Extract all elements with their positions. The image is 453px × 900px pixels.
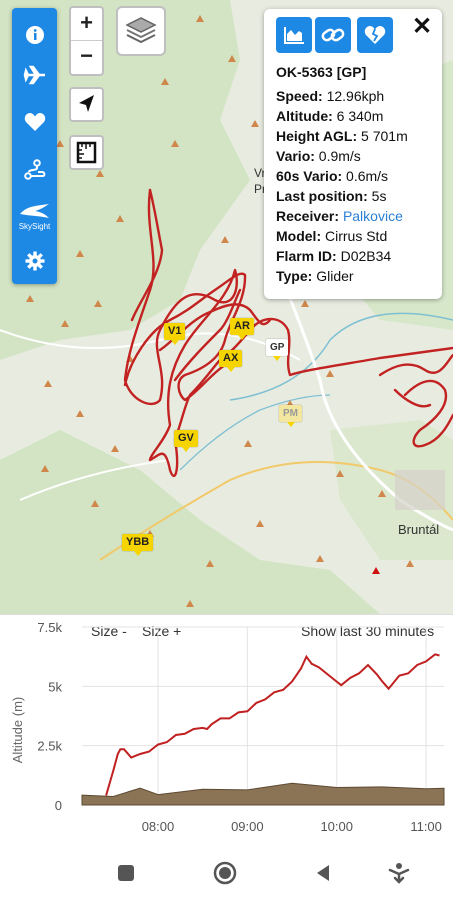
altitude-chart-panel[interactable]: Size - Size + Show last 30 minutes 0 2.5k… (0, 614, 453, 847)
close-popup-button[interactable]: ✕ (410, 15, 434, 39)
model-value: Cirrus Std (325, 228, 388, 244)
zoom-control: + − (69, 6, 104, 76)
favorites-button[interactable] (12, 105, 57, 139)
measure-button[interactable] (69, 135, 104, 170)
settings-button[interactable] (12, 244, 57, 278)
person-down-icon (388, 863, 410, 884)
receiver-link[interactable]: Palkovice (343, 208, 403, 224)
info-icon (25, 26, 44, 44)
ground-elevation-area (81, 782, 445, 806)
type-row: Type: Glider (276, 268, 354, 284)
airplane-icon (23, 65, 45, 85)
last-position-label: Last position: (276, 188, 368, 204)
flarm-id-value: D02B34 (340, 248, 392, 264)
waypoint-ybb[interactable]: YBB (122, 534, 154, 556)
waypoint-ax[interactable]: AX (219, 350, 243, 372)
area-chart-icon (284, 27, 304, 44)
model-row: Model: Cirrus Std (276, 228, 387, 244)
layers-button[interactable] (116, 6, 166, 56)
info-button[interactable] (12, 18, 57, 52)
receiver-row: Receiver: Palkovice (276, 208, 403, 224)
town-label-bruntal: Bruntál (398, 522, 440, 537)
speed-value: 12.96kph (326, 88, 385, 104)
vario-60s-label: 60s Vario: (276, 168, 343, 184)
ruler-icon (76, 141, 97, 164)
zoom-out-button[interactable]: − (71, 41, 102, 70)
task-button[interactable] (12, 153, 57, 187)
vario-label: Vario: (276, 148, 315, 164)
y-axis-label: Altitude (m) (10, 697, 25, 763)
last-position-row: Last position: 5s (276, 188, 386, 204)
accessibility-button[interactable] (386, 860, 412, 886)
home-circle-icon (213, 861, 237, 885)
height-agl-value: 5 701m (361, 128, 408, 144)
layers-icon (125, 17, 157, 44)
link-icon (321, 28, 345, 42)
altitude-value: 6 340m (336, 108, 384, 124)
speed-row: Speed: 12.96kph (276, 88, 384, 104)
locate-button[interactable] (69, 87, 104, 122)
receiver-label: Receiver: (276, 208, 340, 224)
flarm-id-label: Flarm ID: (276, 248, 337, 264)
waypoint-ar[interactable]: AR (230, 318, 254, 340)
altitude-row: Altitude: 6 340m (276, 108, 383, 124)
aircraft-title: OK-5363 [GP] (276, 64, 367, 80)
speed-label: Speed: (276, 88, 323, 104)
gear-icon (25, 251, 44, 271)
type-value: Glider (316, 268, 354, 284)
altitude-label: Altitude: (276, 108, 333, 124)
back-triangle-icon (317, 865, 329, 881)
height-agl-row: Height AGL: 5 701m (276, 128, 408, 144)
android-nav-bar (0, 846, 453, 900)
waypoint-gp-glider[interactable]: GP (266, 339, 289, 361)
zoom-in-button[interactable]: + (71, 8, 102, 37)
aircraft-button[interactable] (12, 58, 57, 92)
y-tick-label: 2.5k (37, 739, 62, 754)
skysight-icon (19, 204, 49, 218)
waypoint-v1[interactable]: V1 (164, 323, 186, 345)
flarm-id-row: Flarm ID: D02B34 (276, 248, 391, 264)
vario-value: 0.9m/s (318, 148, 361, 164)
altitude-chart-button[interactable] (276, 17, 312, 53)
waypoint-pm[interactable]: PM (279, 405, 302, 427)
sidebar: SkySight (12, 8, 57, 284)
back-button[interactable] (310, 860, 336, 886)
vario-60s-row: 60s Vario: 0.6m/s (276, 168, 388, 184)
altitude-chart: 0 2.5k 5k 7.5k 08:00 09:00 10:00 11:00 Altitud… (10, 620, 445, 834)
heart-icon (24, 113, 45, 131)
x-tick-label: 08:00 (142, 819, 175, 834)
share-link-button[interactable] (315, 17, 351, 53)
y-tick-label: 0 (55, 798, 62, 813)
unfollow-button[interactable] (357, 17, 393, 53)
x-tick-label: 09:00 (231, 819, 264, 834)
broken-heart-icon (364, 26, 386, 44)
aircraft-info-popup: ✕ OK-5363 [GP] Speed: 12.96kph Altitude:… (264, 9, 442, 299)
square-icon (118, 865, 134, 881)
skysight-label: SkySight (18, 222, 51, 231)
vario-60s-value: 0.6m/s (346, 168, 389, 184)
vario-row: Vario: 0.9m/s (276, 148, 361, 164)
type-label: Type: (276, 268, 313, 284)
x-tick-label: 11:00 (410, 819, 442, 834)
model-label: Model: (276, 228, 322, 244)
height-agl-label: Height AGL: (276, 128, 358, 144)
last-position-value: 5s (371, 188, 387, 204)
x-tick-label: 10:00 (320, 819, 353, 834)
waypoint-gv[interactable]: GV (174, 430, 198, 452)
y-tick-label: 5k (48, 679, 62, 694)
home-button[interactable] (212, 860, 238, 886)
route-icon (23, 159, 45, 180)
altitude-series-line (105, 653, 440, 796)
map-view[interactable]: SkySight + − Vr Pr Bruntál V1 AR AX GP P… (0, 0, 453, 614)
locate-arrow-icon (79, 95, 94, 112)
recents-button[interactable] (113, 860, 139, 886)
y-tick-label: 7.5k (37, 620, 62, 635)
